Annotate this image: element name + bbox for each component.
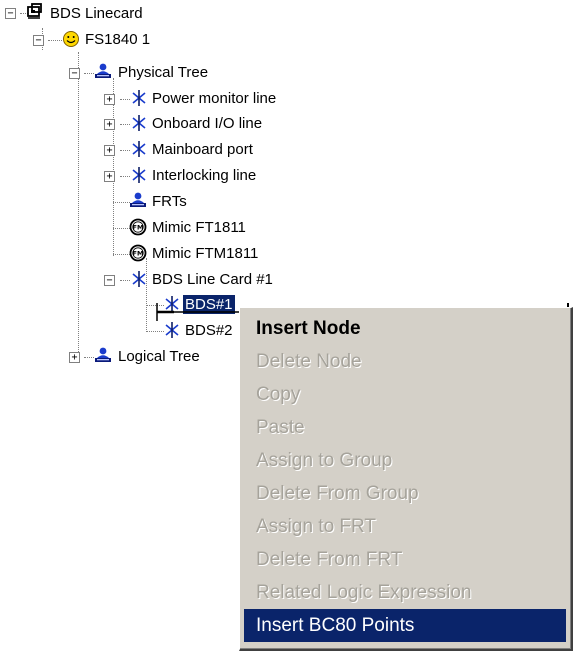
expand-toggle[interactable]: + — [104, 145, 115, 156]
asterisk-node-icon — [132, 90, 146, 106]
asterisk-node-icon — [132, 141, 146, 157]
collapse-toggle[interactable]: − — [104, 275, 115, 286]
tree-node-logical-tree[interactable]: + Logical Tree — [0, 345, 230, 369]
network-card-icon — [27, 3, 42, 19]
expand-toggle[interactable]: + — [69, 352, 80, 363]
menu-item-delete-node[interactable]: Delete Node — [244, 345, 566, 378]
menu-item-delete-from-group[interactable]: Delete From Group — [244, 477, 566, 510]
menu-item-related-logic-expression[interactable]: Related Logic Expression — [244, 576, 566, 609]
tree-node-label[interactable]: Mimic FT1811 — [150, 218, 248, 237]
tree-node-label[interactable]: FRTs — [150, 192, 189, 211]
context-menu: Insert Node Delete Node Copy Paste Assig… — [239, 307, 573, 651]
tree-node-label[interactable]: Mainboard port — [150, 140, 255, 159]
expand-toggle[interactable]: + — [104, 119, 115, 130]
computer-user-icon — [130, 192, 146, 207]
tree-node-bds-line-card-1[interactable]: − BDS Line Card #1 — [0, 268, 290, 292]
collapse-toggle[interactable]: − — [33, 35, 44, 46]
menu-item-delete-from-frt[interactable]: Delete From FRT — [244, 543, 566, 576]
menu-item-insert-node[interactable]: Insert Node — [244, 312, 566, 345]
menu-item-insert-bc80-points[interactable]: Insert BC80 Points — [244, 609, 566, 642]
tree-node-label[interactable]: Power monitor line — [150, 89, 278, 108]
smiley-icon — [63, 31, 79, 47]
tree-node-label[interactable]: Onboard I/O line — [150, 114, 264, 133]
menu-item-assign-to-frt[interactable]: Assign to FRT — [244, 510, 566, 543]
collapse-toggle[interactable]: − — [5, 8, 16, 19]
menu-item-paste[interactable]: Paste — [244, 411, 566, 444]
tree-node-bds-linecard[interactable]: − BDS Linecard — [0, 2, 220, 26]
tree-node-mimic-ftm1811[interactable]: FM Mimic FTM1811 — [0, 242, 260, 266]
tree-node-physical-tree[interactable]: − Physical Tree — [0, 61, 240, 85]
menu-item-assign-to-group[interactable]: Assign to Group — [244, 444, 566, 477]
menu-item-copy[interactable]: Copy — [244, 378, 566, 411]
tree-node-mainboard-port[interactable]: + Mainboard port — [0, 138, 300, 162]
tree-node-label[interactable]: BDS Linecard — [48, 4, 145, 23]
fm-badge-icon: FM — [129, 244, 147, 262]
tree-node-onboard-io-line[interactable]: + Onboard I/O line — [0, 112, 300, 136]
asterisk-node-icon — [132, 271, 146, 287]
tree-node-label[interactable]: Mimic FTM1811 — [150, 244, 260, 263]
tree-node-mimic-ft1811[interactable]: FM Mimic FT1811 — [0, 216, 260, 240]
tree-node-label[interactable]: BDS Line Card #1 — [150, 270, 275, 289]
tree-node-power-monitor-line[interactable]: + Power monitor line — [0, 87, 300, 111]
tree-node-label[interactable]: FS1840 1 — [83, 30, 152, 49]
tree-node-label[interactable]: Logical Tree — [116, 347, 202, 366]
tree-node-label[interactable]: Interlocking line — [150, 166, 258, 185]
computer-user-icon — [95, 63, 111, 78]
expand-toggle[interactable]: + — [104, 94, 115, 105]
asterisk-node-icon — [132, 115, 146, 131]
svg-text:FM: FM — [133, 250, 144, 258]
svg-text:FM: FM — [133, 224, 144, 232]
fm-badge-icon: FM — [129, 218, 147, 236]
collapse-toggle[interactable]: − — [69, 68, 80, 79]
computer-user-icon — [95, 347, 111, 362]
tree-node-label[interactable]: Physical Tree — [116, 63, 210, 82]
asterisk-node-icon — [132, 167, 146, 183]
tree-node-frts[interactable]: FRTs — [0, 190, 220, 214]
tree-node-interlocking-line[interactable]: + Interlocking line — [0, 164, 300, 188]
tree-node-fs1840[interactable]: − FS1840 1 — [0, 28, 220, 52]
expand-toggle[interactable]: + — [104, 171, 115, 182]
